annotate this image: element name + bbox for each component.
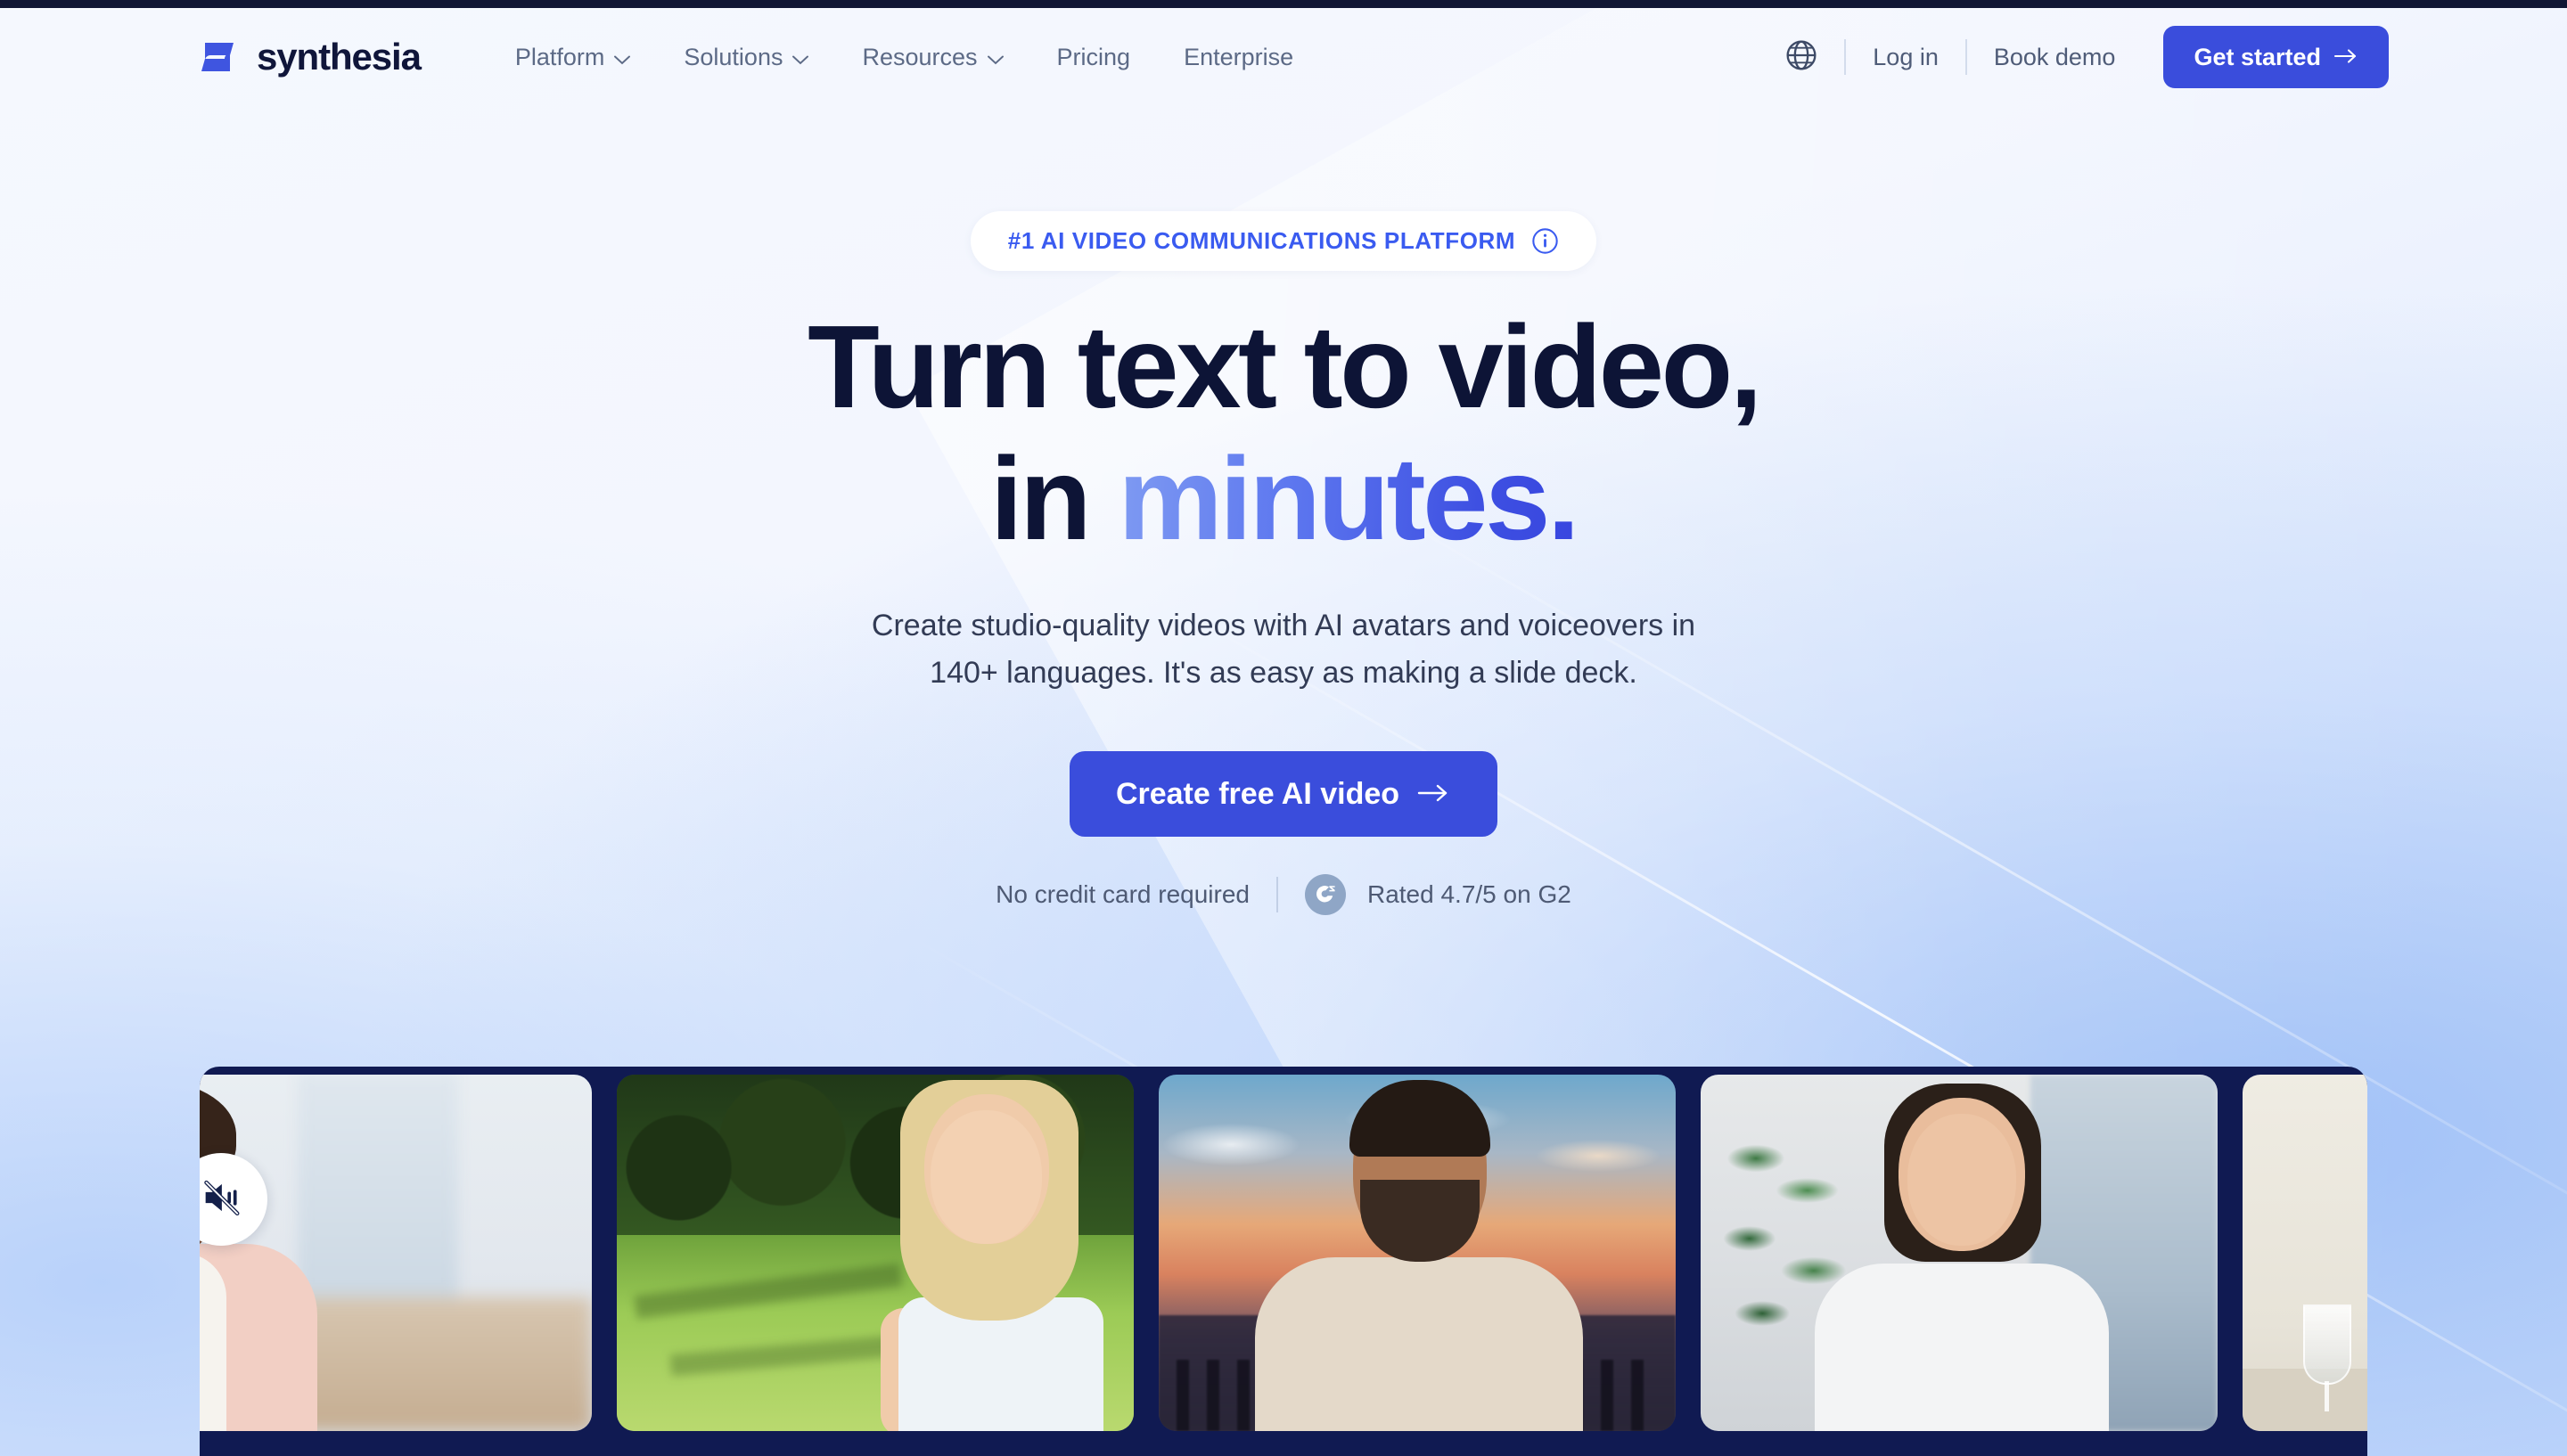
video-carousel[interactable] (200, 1067, 2367, 1456)
no-credit-card-text: No credit card required (996, 880, 1250, 909)
hero-cta-wrapper: Create free AI video (0, 751, 2567, 838)
video-thumbnail (617, 1075, 1134, 1431)
language-selector-button[interactable] (1782, 37, 1821, 77)
login-link[interactable]: Log in (1846, 44, 1965, 71)
nav-item-platform[interactable]: Platform (488, 44, 658, 71)
trust-divider (1275, 877, 1278, 913)
nav-item-solutions[interactable]: Solutions (657, 44, 835, 71)
video-card[interactable] (2243, 1075, 2367, 1431)
main-navbar: synthesia Platform Solutions Resources P… (0, 8, 2567, 106)
video-card[interactable] (200, 1075, 592, 1431)
platform-badge-label: #1 AI VIDEO COMMUNICATIONS PLATFORM (1007, 227, 1516, 254)
navbar-links: Platform Solutions Resources Pricing Ent… (488, 44, 1320, 71)
hero-subheadline: Create studio-quality videos with AI ava… (758, 602, 1809, 696)
video-thumbnail (2243, 1075, 2367, 1431)
create-free-ai-video-button[interactable]: Create free AI video (1069, 751, 1498, 838)
speaker-muted-icon (200, 1174, 244, 1225)
navbar-left-group: synthesia Platform Solutions Resources P… (194, 36, 1320, 78)
brand-name: synthesia (257, 36, 422, 78)
synthesia-logo-mark-icon (194, 39, 241, 75)
nav-item-label: Resources (862, 43, 978, 70)
video-carousel-track[interactable] (200, 1075, 2367, 1431)
chevron-down-icon (792, 44, 809, 71)
video-card[interactable] (1701, 1075, 2218, 1431)
subheadline-line-1: Create studio-quality videos with AI ava… (871, 609, 1696, 642)
nav-item-label: Solutions (684, 43, 783, 70)
nav-item-pricing[interactable]: Pricing (1030, 44, 1158, 71)
info-circle-icon[interactable] (1531, 227, 1559, 255)
video-thumbnail (1701, 1075, 2218, 1431)
arrow-right-icon (2333, 44, 2358, 71)
cta-label: Create free AI video (1115, 776, 1400, 811)
headline-prefix: in (989, 433, 1119, 564)
nav-item-resources[interactable]: Resources (835, 44, 1029, 71)
get-started-button[interactable]: Get started (2163, 26, 2389, 88)
nav-item-label: Platform (514, 43, 605, 70)
headline-line-2: in minutes. (0, 440, 2567, 558)
nav-item-label: Enterprise (1184, 43, 1294, 70)
arrow-right-icon (1417, 777, 1451, 812)
globe-icon (1784, 37, 1819, 78)
nav-item-enterprise[interactable]: Enterprise (1157, 44, 1320, 71)
g2-rating-text: Rated 4.7/5 on G2 (1366, 880, 1571, 909)
chevron-down-icon (614, 44, 631, 71)
hero-section: #1 AI VIDEO COMMUNICATIONS PLATFORM Turn… (0, 97, 2567, 916)
video-card[interactable] (617, 1075, 1134, 1431)
nav-item-label: Pricing (1056, 43, 1131, 70)
g2-logo-icon (1304, 874, 1346, 916)
platform-badge[interactable]: #1 AI VIDEO COMMUNICATIONS PLATFORM (970, 211, 1597, 271)
video-card[interactable] (1159, 1075, 1676, 1431)
brand-logo[interactable]: synthesia (194, 36, 422, 78)
video-thumbnail (1159, 1075, 1676, 1431)
headline-line-1: Turn text to video, (808, 301, 1762, 432)
get-started-label: Get started (2194, 43, 2321, 70)
navbar-right-group: Log in Book demo Get started (1782, 26, 2389, 88)
video-thumbnail (200, 1075, 592, 1431)
trust-row: No credit card required Rated 4.7/5 on G… (0, 874, 2567, 916)
page-title: Turn text to video, in minutes. (0, 308, 2567, 558)
subheadline-line-2: 140+ languages. It's as easy as making a… (930, 655, 1637, 690)
chevron-down-icon (987, 44, 1004, 71)
headline-highlight-word: minutes. (1118, 433, 1579, 564)
book-demo-link[interactable]: Book demo (1967, 44, 2143, 71)
browser-chrome-strip (0, 0, 2567, 8)
